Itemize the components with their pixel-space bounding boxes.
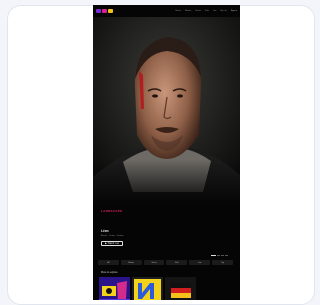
hero-image	[93, 17, 240, 205]
top-nav-bar: Home Movies Series Kids Live My List Sig…	[93, 5, 240, 17]
tab-series[interactable]: Series	[143, 260, 165, 265]
thumb-artwork	[99, 277, 130, 300]
mobile-preview: Home Movies Series Kids Live My List Sig…	[93, 5, 240, 300]
tab-kids[interactable]: Kids	[166, 260, 188, 265]
nav-item[interactable]: Movies	[185, 10, 191, 12]
hero-fade	[93, 159, 240, 205]
signin-link[interactable]: Sign in	[231, 10, 237, 12]
thumb-card[interactable]	[132, 277, 163, 300]
row-title: More to explore	[101, 271, 118, 274]
hero-badge: LANDSCAPE	[101, 209, 123, 213]
nav-item[interactable]: Home	[176, 10, 181, 12]
carousel-indicator[interactable]	[211, 255, 228, 256]
tab-movies[interactable]: Movies	[120, 260, 142, 265]
hero-subtitle: Action · Crime · Drama	[101, 235, 124, 237]
thumb-card[interactable]	[165, 277, 196, 300]
play-icon: ▶	[104, 243, 107, 245]
thumb-card[interactable]	[99, 277, 130, 300]
brand-logo[interactable]	[96, 9, 113, 13]
thumb-artwork	[132, 277, 163, 300]
category-tabs: All Movies Series Kids Live Top	[98, 260, 233, 265]
nav-links: Home Movies Series Kids Live My List	[176, 10, 227, 12]
tab-live[interactable]: Live	[189, 260, 211, 265]
watch-button-label: Watch now	[107, 242, 120, 245]
nav-item[interactable]: Series	[195, 10, 201, 12]
watch-button[interactable]: ▶ Watch now	[101, 241, 123, 246]
thumb-artwork	[165, 277, 196, 300]
nav-item[interactable]: Kids	[205, 10, 209, 12]
content-row	[99, 277, 196, 300]
hero-title: Léon	[101, 229, 109, 233]
nav-item[interactable]: My List	[221, 10, 227, 12]
nav-item[interactable]: Live	[213, 10, 217, 12]
tab-top[interactable]: Top	[212, 260, 233, 265]
tab-all[interactable]: All	[98, 260, 119, 265]
